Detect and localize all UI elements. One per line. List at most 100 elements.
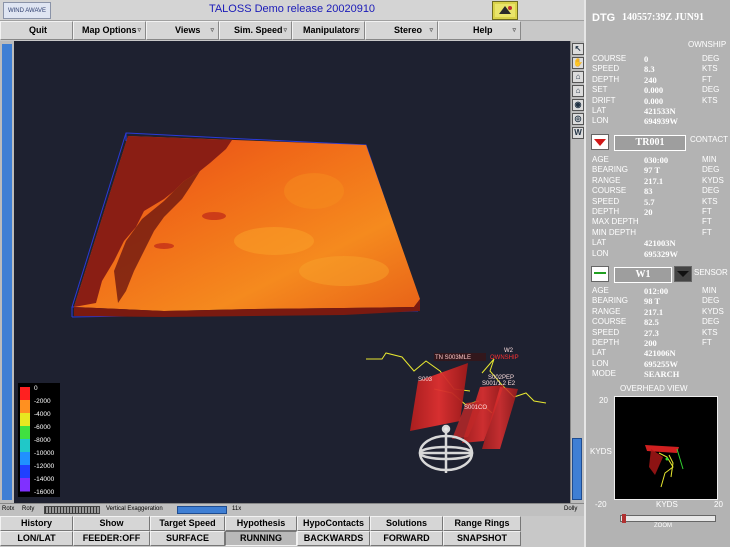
- zoom-label: ZOOM: [654, 523, 672, 529]
- sensor-field-unit: DEG: [702, 296, 720, 306]
- colorbar-cell: [20, 413, 30, 427]
- sensor-field-unit: FT: [702, 338, 712, 347]
- tactical-info-panel: DTG 140557:39Z JUN91 OWNSHIP COURSE 0 DEG S…: [584, 0, 730, 547]
- contact-field-value: 217.1: [644, 175, 664, 186]
- colorbar-tick-label: -6000: [34, 424, 51, 431]
- vertical-exaggeration-slider[interactable]: [177, 506, 227, 514]
- history-button[interactable]: History: [0, 516, 73, 531]
- contact-field-value: 695329W: [644, 248, 678, 259]
- overhead-y-max: 20: [599, 396, 608, 405]
- contact-symbol-graphic: [594, 139, 606, 146]
- rotation-thumbwheel[interactable]: [44, 506, 100, 514]
- ownship-field-label: LAT: [592, 106, 607, 115]
- menu-sim-speed[interactable]: Sim. Speed ▿: [219, 21, 292, 40]
- menu-manipulators[interactable]: Manipulators ▿: [292, 21, 365, 40]
- sensor-symbol-icon[interactable]: [591, 266, 609, 282]
- button-label: SNAPSHOT: [456, 533, 507, 543]
- hand-tool-icon[interactable]: ✋: [572, 57, 584, 69]
- dolly-label: Dolly: [564, 506, 578, 512]
- sensor-field-value: 012:00: [644, 286, 669, 296]
- menu-label: Views: [175, 25, 201, 35]
- ownship-field-label: DRIFT: [592, 95, 616, 105]
- contact-field-value: 97 T: [644, 165, 661, 176]
- vertical-exaggeration-label: Vertical Exaggeration: [106, 506, 163, 512]
- pointer-tool-icon[interactable]: ↖: [572, 43, 584, 55]
- wireframe-icon[interactable]: W: [572, 127, 584, 139]
- sensor-field-label: RANGE: [592, 306, 621, 316]
- solutions-button[interactable]: Solutions: [370, 516, 443, 531]
- sensor-field-value: 695255W: [644, 358, 678, 369]
- menu-stereo[interactable]: Stereo ▿: [365, 21, 438, 40]
- zoom-slider-knob[interactable]: [622, 514, 626, 523]
- track-label-s003: S003: [418, 377, 433, 383]
- seek-icon[interactable]: ◎: [572, 113, 584, 125]
- sensor-dropdown-icon[interactable]: [674, 266, 692, 282]
- show-intersecting-button[interactable]: Show Intersecting: [73, 516, 150, 541]
- contact-field-label: LON: [592, 248, 609, 258]
- button-label: Hypothesis: [236, 518, 286, 528]
- contact-id-box[interactable]: TR001: [614, 135, 686, 151]
- ownship-field-value: 0.000: [644, 85, 664, 96]
- home-icon[interactable]: ⌂: [572, 71, 584, 83]
- feeder-toggle-button[interactable]: FEEDER:OFF: [73, 531, 150, 546]
- ownship-field-unit: FT: [702, 74, 712, 84]
- colorbar-tick-label: -8000: [34, 437, 51, 444]
- colorbar-cell: [20, 439, 30, 453]
- sensor-field-label: MODE: [592, 369, 616, 379]
- sensor-symbol-graphic: [594, 272, 606, 274]
- dolly-thumbwheel[interactable]: [572, 438, 582, 500]
- sensor-id-box[interactable]: W1: [614, 267, 672, 283]
- left-thumbwheel[interactable]: [2, 44, 12, 500]
- sensor-field-value: 217.1: [644, 306, 664, 317]
- colorbar-cell: [20, 465, 30, 479]
- 3d-viewport[interactable]: TN S003MLE OWNSHIP W2 S003 S002PEP S001/…: [14, 41, 570, 503]
- running-button[interactable]: RUNNING: [225, 531, 297, 546]
- hypothesis-button[interactable]: Hypothesis: [225, 516, 297, 531]
- sensor-dropdown-graphic: [677, 271, 689, 277]
- ownship-field-unit: DEG: [702, 54, 720, 63]
- sensor-field-value: 421006N: [644, 348, 676, 359]
- ownship-field-value: 8.3: [644, 64, 655, 75]
- menu-quit[interactable]: Quit: [0, 21, 73, 40]
- colorbar-cell: [20, 478, 30, 492]
- contact-field-label: AGE: [592, 155, 609, 164]
- colorbar-cell: [20, 387, 30, 401]
- range-rings-button[interactable]: Range Rings: [443, 516, 521, 531]
- dropdown-arrow-icon: ▿: [137, 27, 141, 34]
- hypocontacts-button[interactable]: HypoContacts: [297, 516, 370, 531]
- contact-field-label: SPEED: [592, 196, 620, 206]
- menu-help[interactable]: Help ▿: [438, 21, 521, 40]
- contact-field-label: DEPTH: [592, 207, 620, 216]
- snapshot-button[interactable]: SNAPSHOT: [443, 531, 521, 546]
- view-all-icon[interactable]: ◉: [572, 99, 584, 111]
- target-speed-button[interactable]: Target Speed: [150, 516, 225, 531]
- forward-button[interactable]: FORWARD: [370, 531, 443, 546]
- lon-lat-button[interactable]: LON/LAT: [0, 531, 73, 546]
- overhead-x-label: KYDS: [656, 500, 678, 509]
- viewer-toolbar: ↖ ✋ ⌂ ⌂ ◉ ◎ W: [570, 41, 584, 503]
- sensor-field-label: LAT: [592, 348, 607, 358]
- ownship-field-label: SPEED: [592, 64, 620, 74]
- button-label: History: [20, 518, 52, 528]
- overhead-view[interactable]: [614, 396, 718, 500]
- dropdown-arrow-icon: ▿: [283, 27, 287, 34]
- colorbar-tick-label: -12000: [34, 463, 55, 470]
- dtg-label: DTG: [592, 12, 616, 24]
- menu-map-options[interactable]: Map Options ▿: [73, 21, 146, 40]
- colorbar-tick-label: -2000: [34, 398, 51, 405]
- contact-field-label: RANGE: [592, 175, 621, 185]
- menu-views[interactable]: Views ▿: [146, 21, 219, 40]
- backwards-button[interactable]: BACKWARDS: [297, 531, 370, 546]
- colorbar-cell: [20, 452, 30, 466]
- emblem-icon[interactable]: [492, 1, 518, 20]
- set-home-icon[interactable]: ⌂: [572, 85, 584, 97]
- surface-button[interactable]: SURFACE: [150, 531, 225, 546]
- ownship-field-value: 421533N: [644, 106, 676, 116]
- contact-symbol-icon[interactable]: [591, 134, 609, 150]
- ownship-field-label: SET: [592, 85, 608, 95]
- contact-field-unit: DEG: [702, 186, 720, 196]
- contact-field-unit: KYDS: [702, 175, 724, 185]
- sensor-field-unit: MIN: [702, 286, 717, 295]
- contact-field-label: COURSE: [592, 186, 627, 196]
- zoom-slider[interactable]: [620, 515, 716, 522]
